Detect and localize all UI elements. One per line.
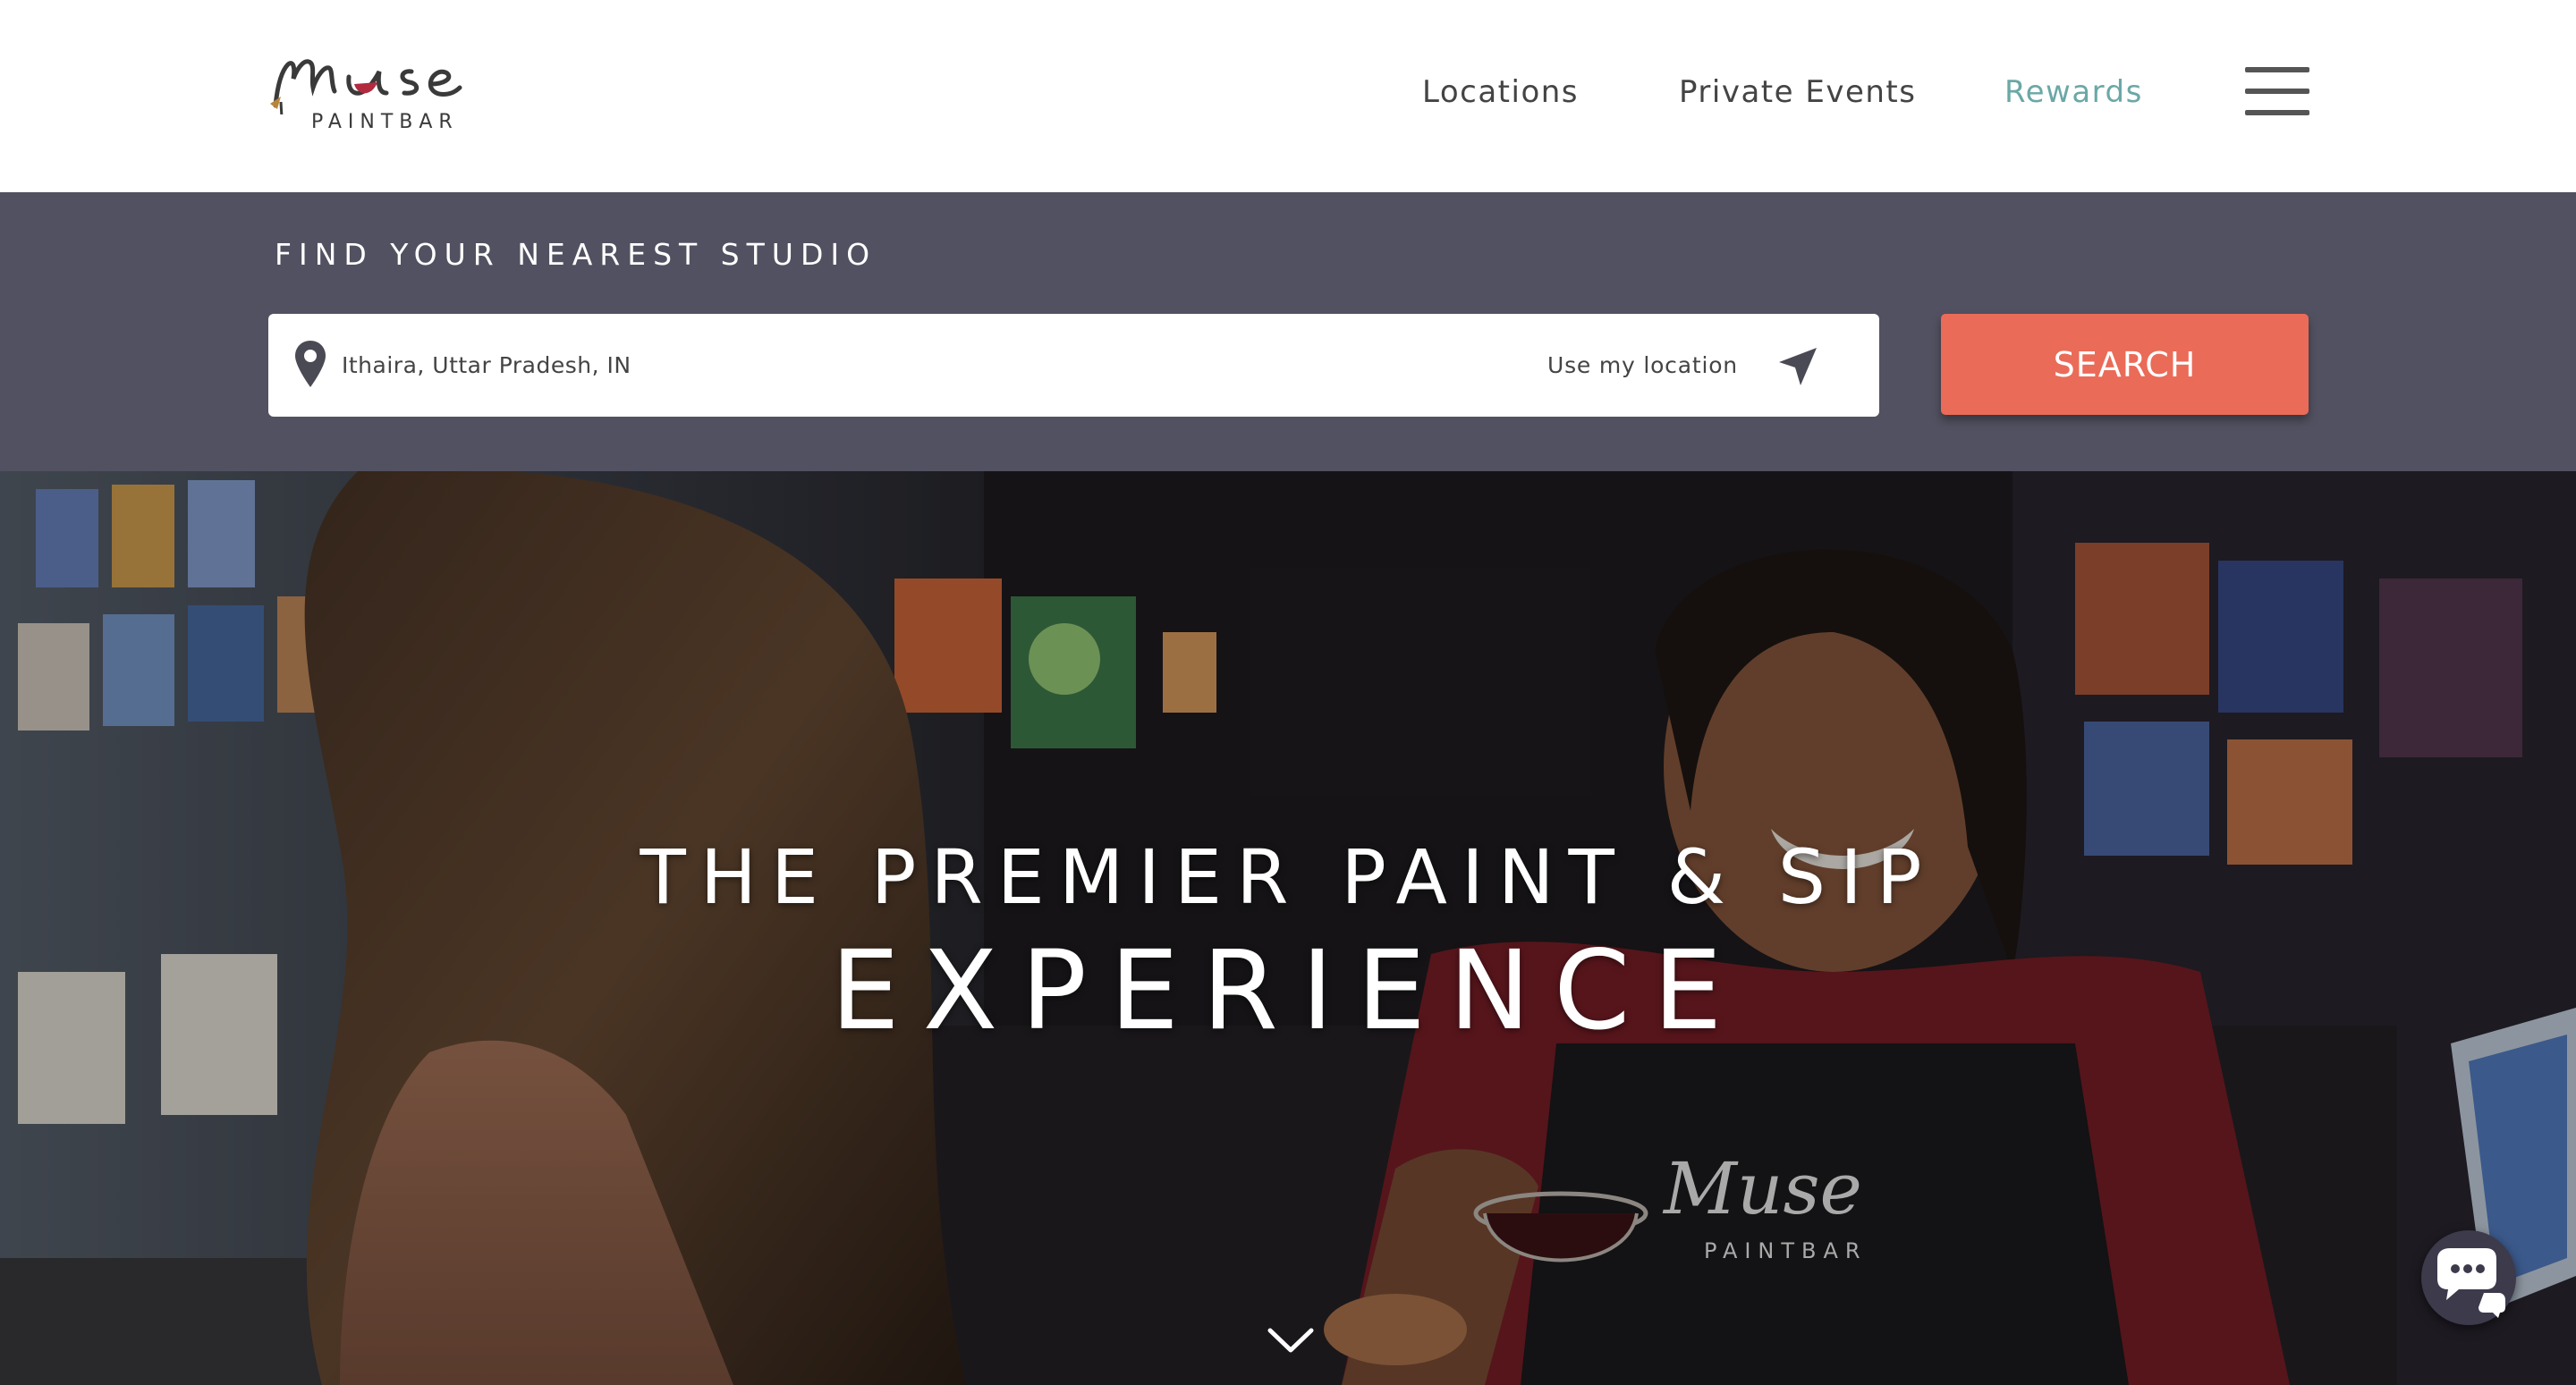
find-studio-title: FIND YOUR NEAREST STUDIO (275, 237, 877, 272)
map-pin-icon (295, 341, 326, 387)
logo-subtitle: PAINTBAR (311, 111, 459, 133)
navigation-arrow-icon[interactable] (1775, 344, 1820, 389)
hamburger-icon[interactable] (2245, 65, 2309, 117)
nav-rewards[interactable]: Rewards (2004, 67, 2143, 117)
nav-locations[interactable]: Locations (1422, 67, 1579, 117)
chat-widget-button[interactable] (2421, 1230, 2516, 1325)
hamburger-bar (2245, 89, 2309, 94)
studio-search-section: FIND YOUR NEAREST STUDIO Use my location… (0, 192, 2576, 471)
hamburger-bar (2245, 67, 2309, 72)
muse-logo-mark (270, 59, 462, 114)
use-my-location-link[interactable]: Use my location (1547, 314, 1738, 417)
site-header: PAINTBAR Locations Private Events Reward… (0, 0, 2576, 192)
nav-private-events[interactable]: Private Events (1679, 67, 1916, 117)
chat-bubbles-icon (2437, 1248, 2505, 1318)
hero-subheadline: EXPERIENCE (830, 927, 1746, 1054)
hero-headline: THE PREMIER PAINT & SIP (640, 833, 1936, 921)
hero-section: Muse PAINTBAR THE PREMIER PAINT & SIP EX… (0, 471, 2576, 1385)
chevron-down-icon[interactable] (1267, 1325, 1315, 1355)
location-search-box[interactable]: Use my location (268, 314, 1879, 417)
hamburger-bar (2245, 110, 2309, 115)
search-button[interactable]: SEARCH (1941, 314, 2309, 415)
muse-paintbar-logo[interactable]: PAINTBAR (268, 52, 514, 141)
